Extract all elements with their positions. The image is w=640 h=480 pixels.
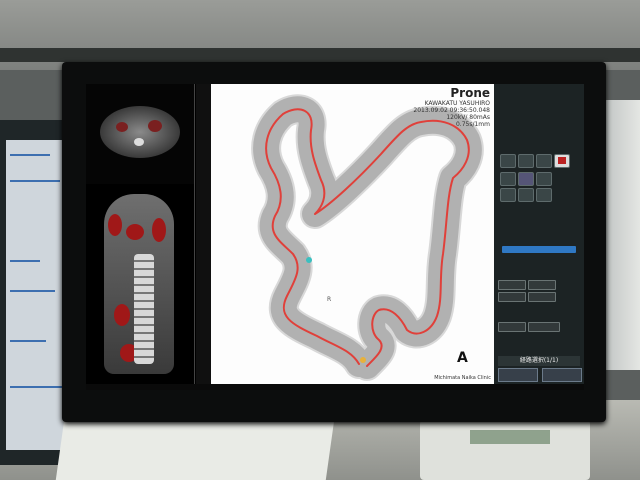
tool-button[interactable] — [518, 154, 534, 168]
panel-button[interactable] — [498, 322, 526, 332]
paper-documents — [55, 420, 335, 480]
scan-datetime: 2013.09.02 09:36:50.048 — [413, 107, 490, 114]
axial-vertebra — [134, 138, 144, 146]
phone-display — [470, 430, 550, 444]
coronal-organ — [126, 224, 144, 240]
orientation-label: Prone — [450, 86, 490, 100]
tool-button[interactable] — [536, 154, 552, 168]
colon-rendering — [251, 94, 484, 381]
tool-button[interactable] — [518, 188, 534, 202]
sum-tool-button[interactable] — [536, 172, 552, 186]
colon-3d-view[interactable]: Prone KAWAKATU YASUHIRO 2013.09.02 09:36… — [211, 84, 494, 384]
patient-info: KAWAKATU YASUHIRO 2013.09.02 09:36:50.04… — [413, 100, 490, 128]
panel-button[interactable] — [498, 292, 526, 302]
panel-button[interactable] — [528, 280, 556, 290]
axial-ct-view[interactable] — [86, 84, 195, 184]
route-selection-label: 経路選択(1/1) — [498, 356, 580, 366]
right-device — [602, 100, 640, 370]
tool-button[interactable] — [500, 188, 516, 202]
coronal-organ — [108, 214, 122, 236]
monitor-screen: Prone KAWAKATU YASUHIRO 2013.09.02 09:36… — [86, 84, 584, 384]
axial-organ — [116, 122, 128, 132]
spine — [134, 254, 154, 364]
colon-tool-button[interactable] — [518, 172, 534, 186]
panel-button[interactable] — [528, 292, 556, 302]
tool-button[interactable] — [500, 154, 516, 168]
monitor-taskbar — [86, 384, 584, 390]
control-panel: 経路選択(1/1) — [494, 84, 584, 384]
scan-dose: 120kV/ 80mAs — [446, 114, 490, 121]
shelf — [0, 48, 640, 62]
coronal-organ — [152, 218, 166, 242]
coronal-organ — [114, 304, 130, 326]
tool-button[interactable] — [536, 188, 552, 202]
axial-body-slice — [100, 106, 180, 158]
coronal-ct-view[interactable] — [86, 184, 195, 384]
side-marker: R — [327, 296, 332, 303]
panel-button[interactable] — [528, 322, 560, 332]
next-route-button[interactable] — [542, 368, 582, 382]
tool-button[interactable] — [500, 172, 516, 186]
desk-phone — [420, 420, 590, 480]
anterior-marker: A — [457, 350, 468, 366]
patient-name: KAWAKATU YASUHIRO — [424, 100, 490, 107]
endpoint-marker — [360, 357, 366, 363]
panel-button[interactable] — [498, 280, 526, 290]
left-monitor-screen — [6, 140, 68, 450]
prev-route-button[interactable] — [498, 368, 538, 382]
clinic-name: Michimata Naika Clinic — [434, 375, 491, 381]
home-icon[interactable] — [554, 154, 570, 168]
route-setting-bar[interactable] — [502, 246, 576, 253]
info-strip — [196, 84, 211, 384]
axial-organ — [148, 120, 162, 132]
cursor-marker — [306, 257, 312, 263]
slice-thickness: 0.75s/1mm — [455, 121, 490, 128]
